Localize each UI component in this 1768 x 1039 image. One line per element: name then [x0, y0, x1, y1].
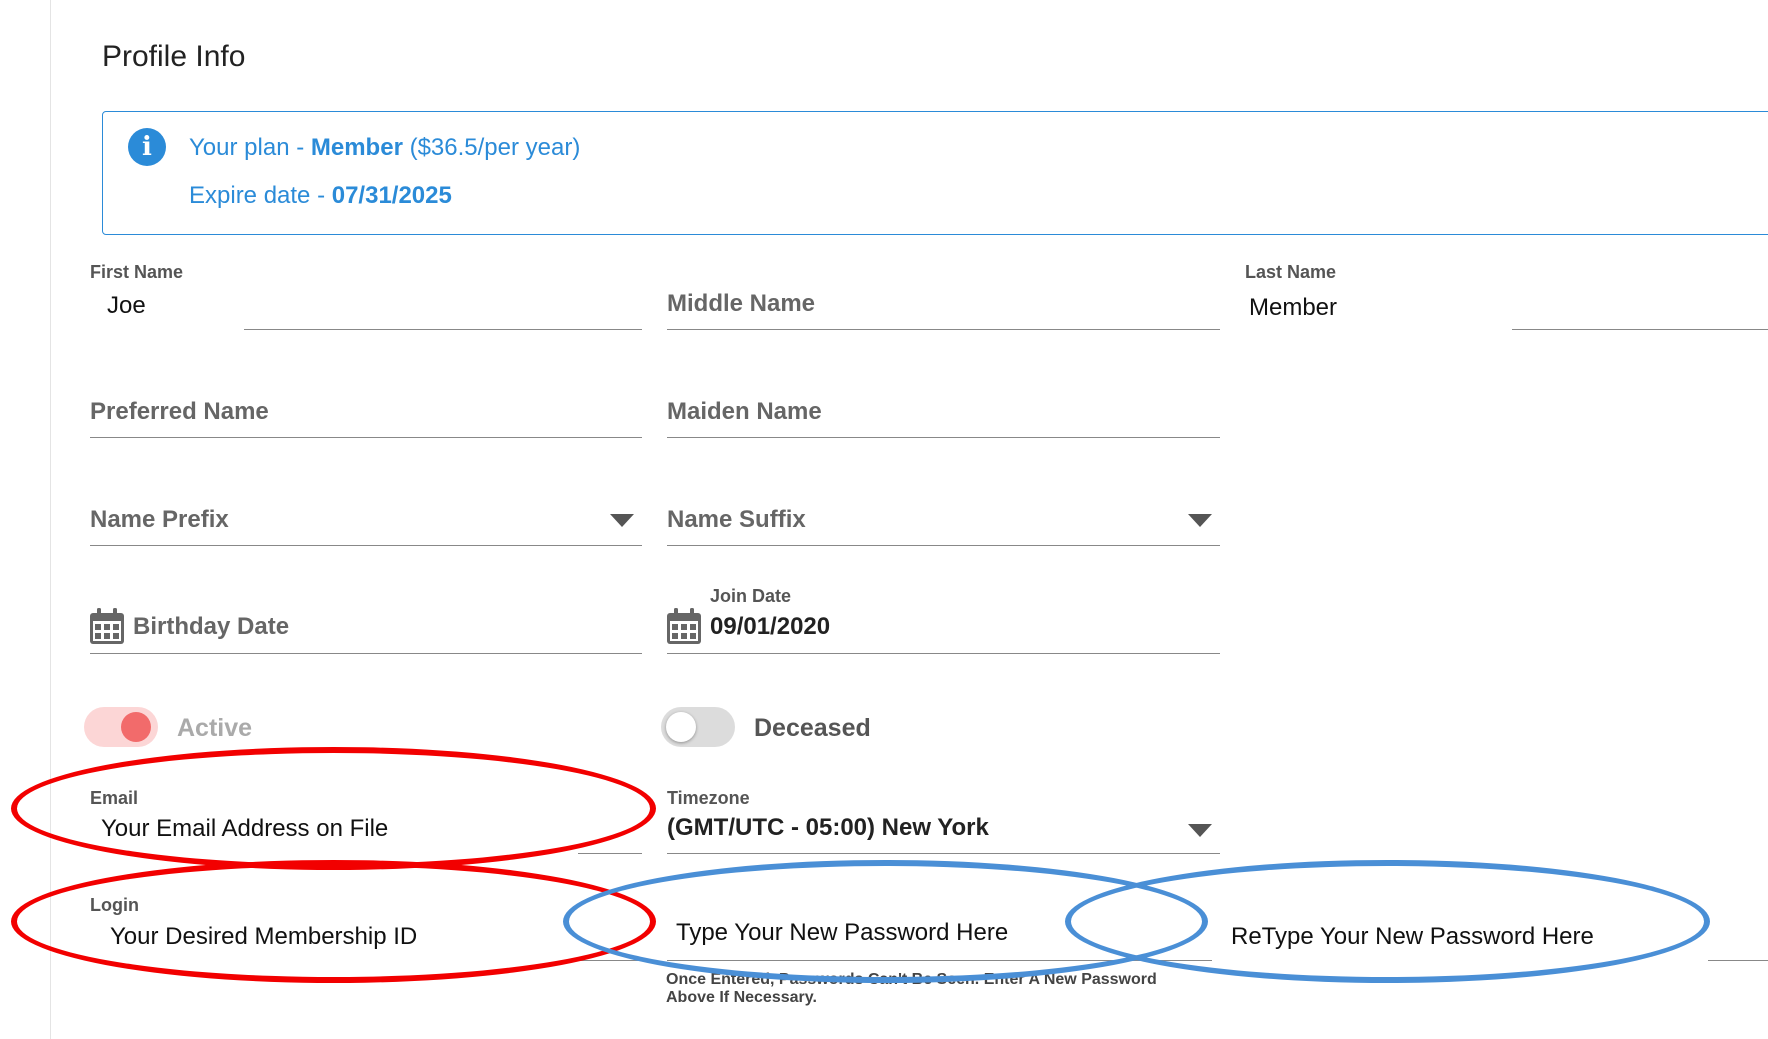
middle-name-underline: [667, 328, 1220, 330]
last-name-value: Member: [1249, 294, 1338, 321]
join-date-underline: [667, 652, 1220, 654]
timezone-select[interactable]: Timezone (GMT/UTC - 05:00) New York: [667, 788, 1220, 854]
birthday-date-placeholder: Birthday Date: [133, 613, 290, 640]
email-value: Your Email Address on File: [101, 815, 389, 842]
preferred-name-underline: [90, 436, 642, 438]
birthday-date-field[interactable]: Birthday Date: [90, 586, 642, 654]
plan-name: Member: [310, 134, 403, 161]
expire-date: 07/31/2025: [331, 182, 452, 209]
timezone-label: Timezone: [667, 788, 750, 808]
maiden-name-placeholder: Maiden Name: [667, 398, 822, 425]
name-suffix-placeholder: Name Suffix: [667, 506, 806, 533]
last-name-underline: [1512, 328, 1768, 330]
new-password-value: Type Your New Password Here: [676, 919, 1009, 946]
password-hint: Once Entered, Passwords Can't Be Seen. E…: [666, 971, 1157, 1006]
join-date-field[interactable]: Join Date 09/01/2020: [667, 586, 1220, 654]
chevron-down-icon[interactable]: [1188, 824, 1212, 837]
name-suffix-select[interactable]: Name Suffix: [667, 478, 1220, 546]
timezone-value: (GMT/UTC - 05:00) New York: [667, 814, 989, 841]
first-name-label: First Name: [90, 262, 184, 282]
middle-name-field[interactable]: Middle Name: [667, 262, 1220, 330]
preferred-name-placeholder: Preferred Name: [90, 398, 269, 425]
last-name-label: Last Name: [1245, 262, 1337, 282]
join-date-value: 09/01/2020: [710, 613, 831, 640]
sidebar-edge: [50, 0, 51, 1039]
first-name-value: Joe: [107, 292, 146, 319]
retype-password-value: ReType Your New Password Here: [1231, 923, 1594, 950]
chevron-down-icon[interactable]: [1188, 514, 1212, 527]
timezone-underline: [667, 852, 1220, 854]
name-prefix-underline: [90, 544, 642, 546]
active-toggle-label: Active: [177, 714, 253, 742]
login-label: Login: [90, 895, 139, 915]
expire-line: Expire date - 07/31/2025: [189, 182, 452, 209]
plan-line: Your plan - Member ($36.5/per year): [189, 134, 581, 161]
deceased-toggle-knob[interactable]: [666, 712, 696, 742]
middle-name-placeholder: Middle Name: [667, 290, 816, 317]
new-password-field[interactable]: Type Your New Password Here: [667, 895, 1212, 961]
email-field[interactable]: Email Your Email Address on File: [90, 788, 642, 854]
plan-price: ($36.5/per year): [402, 134, 581, 161]
login-field[interactable]: Login Your Desired Membership ID: [90, 895, 642, 961]
deceased-toggle-label: Deceased: [754, 714, 871, 742]
chevron-down-icon[interactable]: [610, 514, 634, 527]
preferred-name-field[interactable]: Preferred Name: [90, 370, 642, 438]
birthday-date-underline: [90, 652, 642, 654]
name-prefix-placeholder: Name Prefix: [90, 506, 229, 533]
retype-password-underline: [1708, 959, 1768, 961]
name-suffix-underline: [667, 544, 1220, 546]
maiden-name-field[interactable]: Maiden Name: [667, 370, 1220, 438]
active-toggle-knob[interactable]: [121, 712, 151, 742]
login-underline: [576, 959, 642, 961]
retype-password-field[interactable]: ReType Your New Password Here: [1231, 895, 1768, 961]
plan-info-banner: i Your plan - Member ($36.5/per year) Ex…: [102, 111, 1768, 235]
join-date-label: Join Date: [710, 586, 792, 606]
login-value: Your Desired Membership ID: [110, 923, 418, 950]
name-prefix-select[interactable]: Name Prefix: [90, 478, 642, 546]
new-password-underline: [667, 959, 1212, 961]
first-name-underline: [244, 328, 642, 330]
info-icon: i: [128, 128, 166, 166]
maiden-name-underline: [667, 436, 1220, 438]
email-label: Email: [90, 788, 139, 808]
email-underline: [578, 852, 642, 854]
last-name-field[interactable]: Last Name Member: [1245, 262, 1768, 330]
calendar-icon[interactable]: [667, 608, 701, 644]
calendar-icon[interactable]: [90, 608, 124, 644]
page-title: Profile Info: [102, 40, 246, 73]
first-name-field[interactable]: First Name Joe: [90, 262, 642, 330]
